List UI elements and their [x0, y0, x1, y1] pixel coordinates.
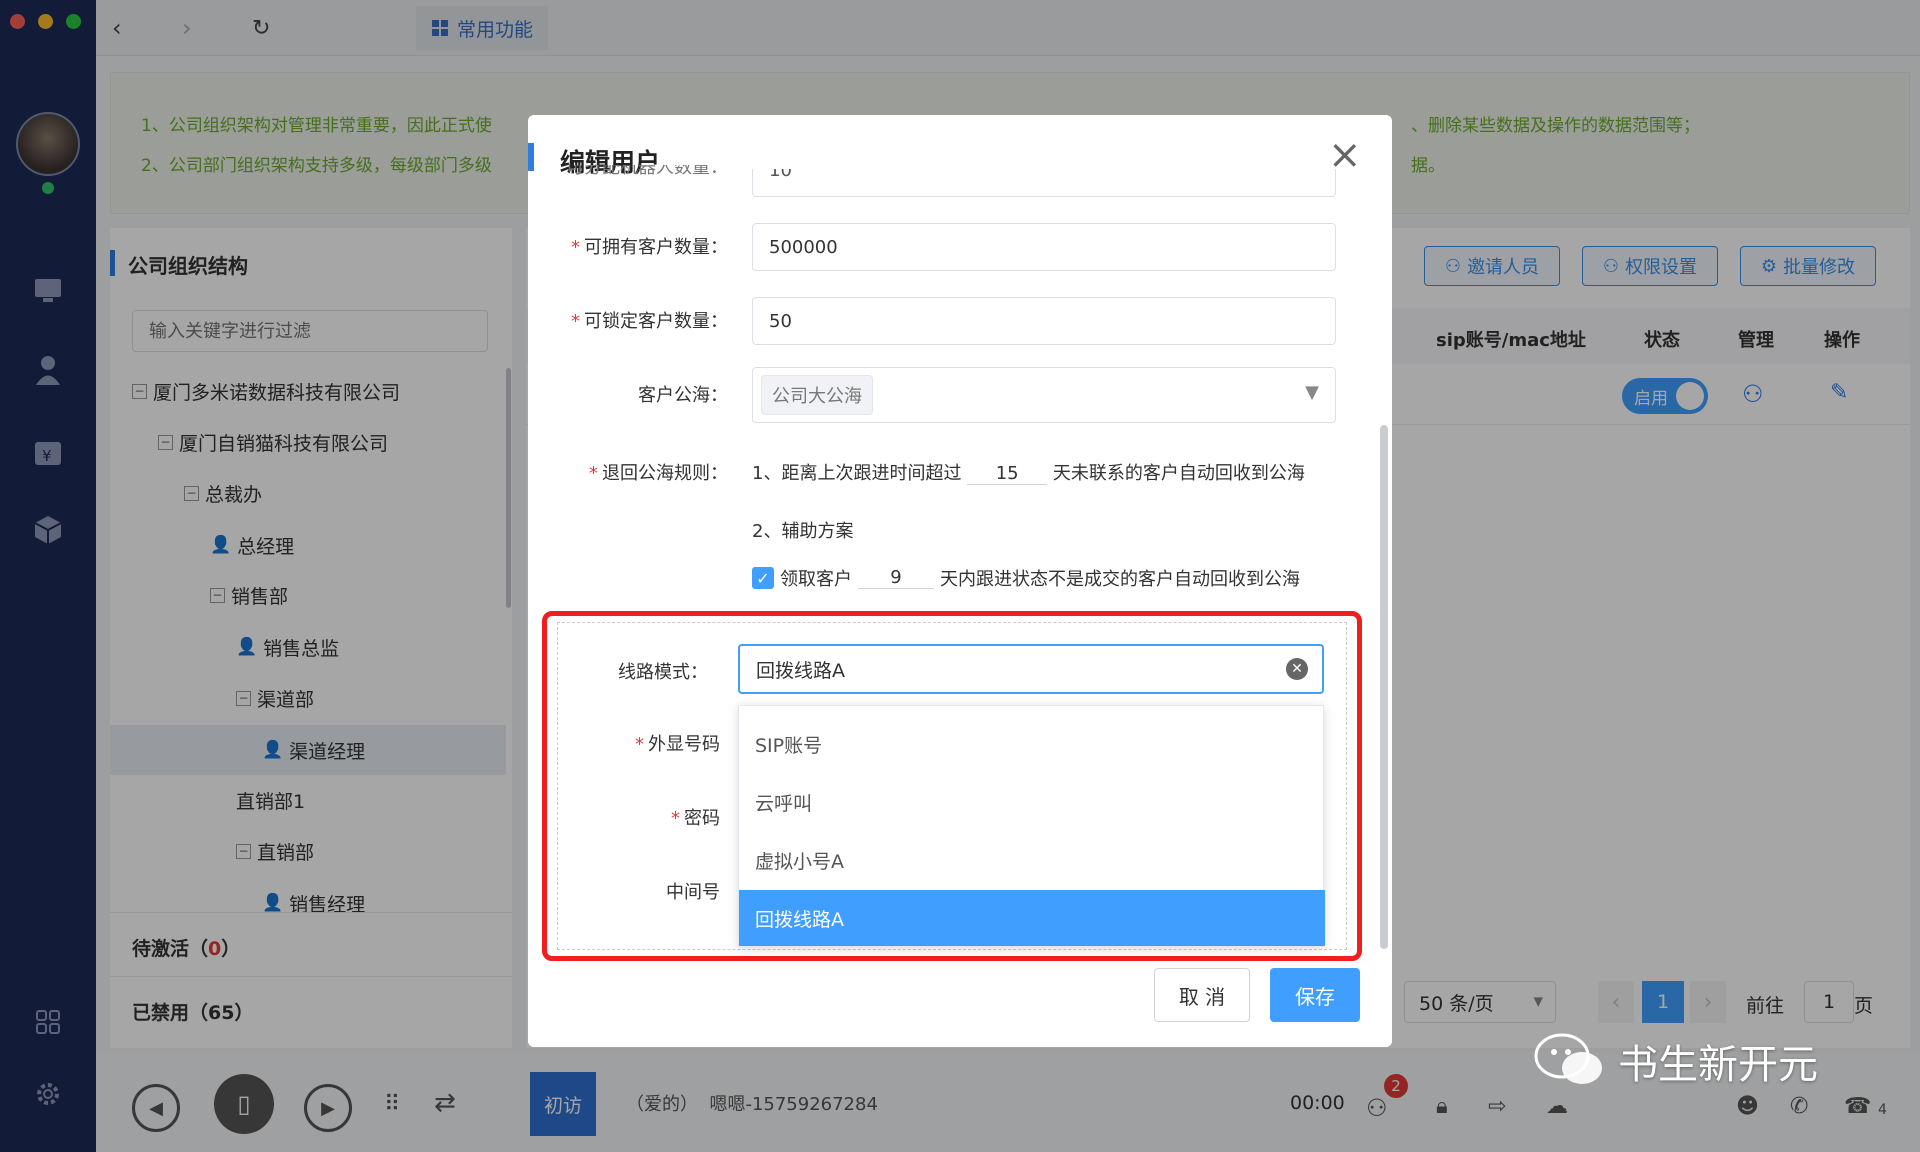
- rule-2-suffix: 天内跟进状态不是成交的客户自动回收到公海: [940, 569, 1300, 590]
- option-sip-account[interactable]: SIP账号: [739, 716, 1325, 772]
- rule-1-prefix: 1、距离上次跟进时间超过: [752, 463, 962, 484]
- line-mode-select[interactable]: 回拨线路A ✕: [738, 644, 1324, 694]
- checkbox-checked-icon[interactable]: ✓: [752, 567, 774, 589]
- display-number-label: * 外显号码: [635, 734, 720, 755]
- robot-quota-input[interactable]: 10: [752, 169, 1336, 197]
- clear-icon[interactable]: ✕: [1286, 658, 1308, 680]
- rule-1-days-input[interactable]: 15: [967, 463, 1048, 485]
- dialog-scrollbar[interactable]: [1380, 425, 1388, 949]
- rule-1: 1、距离上次跟进时间超过 15 天未联系的客户自动回收到公海: [752, 459, 1305, 485]
- robot-quota-label: 可分配机器人数量：: [566, 165, 728, 178]
- lockable-customers-label: * 可锁定客户数量：: [571, 311, 728, 332]
- customer-sea-label: 客户公海：: [638, 385, 728, 406]
- label-text: 密码: [684, 808, 720, 829]
- lockable-customers-input[interactable]: 50: [752, 297, 1336, 345]
- password-label: * 密码: [671, 808, 720, 829]
- watermark-text: 书生新开元: [1618, 1042, 1818, 1088]
- chevron-down-icon: ▼: [1305, 382, 1319, 403]
- watermark: 书生新开元: [1532, 1030, 1818, 1092]
- cancel-button[interactable]: 取 消: [1154, 968, 1250, 1022]
- line-mode-value: 回拨线路A: [756, 659, 845, 682]
- customer-sea-select[interactable]: 公司大公海 ▼: [752, 367, 1336, 423]
- wechat-icon: [1534, 1033, 1602, 1084]
- max-customers-label: * 可拥有客户数量：: [571, 237, 728, 258]
- return-rule-label: * 退回公海规则：: [589, 463, 728, 484]
- rule-1-suffix: 天未联系的客户自动回收到公海: [1052, 463, 1305, 484]
- save-button[interactable]: 保存: [1270, 968, 1360, 1022]
- sea-tag[interactable]: 公司大公海: [761, 375, 873, 415]
- edit-user-dialog: 编辑用户 × 可分配机器人数量： 10 * 可拥有客户数量： 500000 * 可锁…: [528, 115, 1392, 1047]
- option-cloud-call[interactable]: 云呼叫: [739, 774, 1325, 830]
- line-mode-dropdown: SIP账号 云呼叫 虚拟小号A 回拨线路A: [738, 705, 1325, 947]
- label-text: 可锁定客户数量：: [584, 311, 728, 332]
- rule-2-prefix: 领取客户: [780, 569, 852, 590]
- label-text: 外显号码: [648, 734, 720, 755]
- option-virtual-number-a[interactable]: 虚拟小号A: [739, 832, 1325, 888]
- rule-2: ✓ 领取客户 9 天内跟进状态不是成交的客户自动回收到公海: [752, 565, 1300, 591]
- label-text: 可拥有客户数量：: [584, 237, 728, 258]
- rule-2-days-input[interactable]: 9: [858, 567, 934, 589]
- max-customers-input[interactable]: 500000: [752, 223, 1336, 271]
- middle-number-label: 中间号: [666, 882, 720, 903]
- rule-2-title: 2、辅助方案: [752, 521, 854, 542]
- option-callback-line-a[interactable]: 回拨线路A: [739, 890, 1325, 946]
- line-mode-label: 线路模式：: [618, 662, 708, 683]
- label-text: 退回公海规则：: [602, 463, 728, 484]
